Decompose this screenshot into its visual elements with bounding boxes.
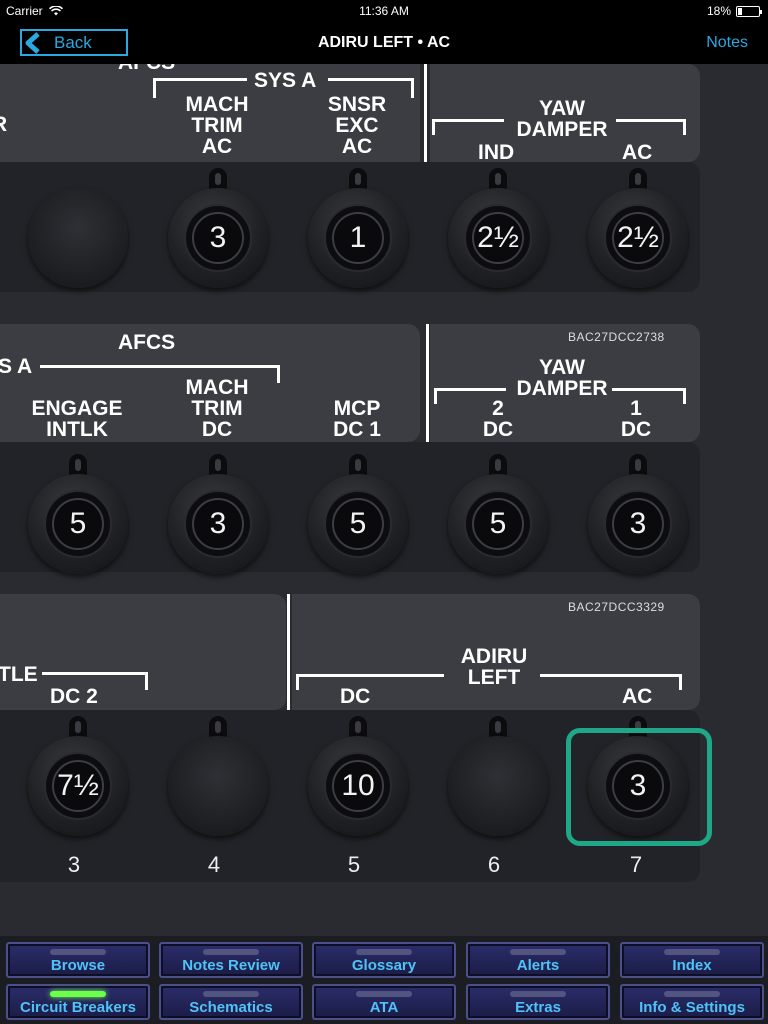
circuit-breaker[interactable]: 2½ xyxy=(448,168,548,288)
circuit-breaker[interactable]: 3 xyxy=(168,168,268,288)
notes-button[interactable]: Notes xyxy=(706,34,748,52)
bottom-tab-bar: Browse Notes Review Glossary Alerts Index Cir… xyxy=(0,936,768,1024)
tab-label: Glossary xyxy=(351,957,417,974)
row2-dc1-label: 1 DC xyxy=(620,397,652,441)
tab-extras[interactable]: Extras xyxy=(466,984,610,1020)
row1-edge-label: R xyxy=(0,114,7,135)
navigation-bar: Back ADIRU LEFT • AC Notes xyxy=(0,22,768,64)
tab-indicator xyxy=(356,991,412,997)
battery-percent: 18% xyxy=(706,4,731,18)
tab-indicator xyxy=(664,991,720,997)
row2-sys-a-label: S A xyxy=(0,355,33,378)
circuit-breaker-panel: AFCS R SYS A MACH TRIM AC SNSR EXC AC YA… xyxy=(0,64,768,936)
tab-label: Circuit Breakers xyxy=(20,999,136,1016)
slot-number: 3 xyxy=(67,852,81,877)
tab-label: Index xyxy=(672,957,712,974)
tab-label: Browse xyxy=(50,957,106,974)
breaker-rating: 5 xyxy=(332,498,384,550)
row2-mach-trim-dc-label: MACH TRIM DC xyxy=(185,376,249,441)
breaker-body xyxy=(448,736,548,836)
tab-info-settings[interactable]: Info & Settings xyxy=(620,984,764,1020)
status-time: 11:36 AM xyxy=(359,4,409,18)
slot-number: 5 xyxy=(347,852,361,877)
circuit-breaker[interactable]: 10 xyxy=(308,716,408,836)
row1-ac-label: AC xyxy=(622,141,653,164)
row3-label-plate-left xyxy=(0,594,286,710)
tab-indicator xyxy=(664,949,720,955)
breaker-rating: 5 xyxy=(52,498,104,550)
breaker-rating: 7½ xyxy=(52,760,104,812)
circuit-breaker[interactable]: 2½ xyxy=(588,168,688,288)
tab-indicator xyxy=(510,991,566,997)
row2-dc2-label: 2 DC xyxy=(482,397,514,441)
slot-number: 4 xyxy=(207,852,221,877)
row1-sys-a-label: SYS A xyxy=(254,69,317,92)
blank-breaker-slot xyxy=(28,168,128,288)
tab-browse[interactable]: Browse xyxy=(6,942,150,978)
tab-indicator xyxy=(50,949,106,955)
row2-part-code: BAC27DCC2738 xyxy=(568,330,665,344)
blank-breaker-slot xyxy=(448,716,548,836)
breaker-rating: 3 xyxy=(192,498,244,550)
breaker-rating: 3 xyxy=(192,212,244,264)
tab-alerts[interactable]: Alerts xyxy=(466,942,610,978)
tab-label: Notes Review xyxy=(182,957,280,974)
tab-notes-review[interactable]: Notes Review xyxy=(159,942,303,978)
tab-label: Info & Settings xyxy=(639,999,745,1016)
row1-mach-trim-ac-label: MACH TRIM AC xyxy=(185,93,249,158)
tab-ata[interactable]: ATA xyxy=(312,984,456,1020)
battery-icon xyxy=(736,5,762,17)
row3-adiru-left-label: ADIRU LEFT xyxy=(460,645,528,689)
circuit-breaker[interactable]: 3 xyxy=(588,454,688,574)
row1-snsr-exc-ac-label: SNSR EXC AC xyxy=(327,93,387,158)
breaker-rating: 2½ xyxy=(472,212,524,264)
tab-label: Extras xyxy=(515,999,561,1016)
tab-indicator xyxy=(356,949,412,955)
breaker-rating: 1 xyxy=(332,212,384,264)
row3-dc-label: DC xyxy=(340,685,371,708)
row2-afcs-label: AFCS xyxy=(118,331,176,354)
row3-dc2-label: DC 2 xyxy=(50,685,98,708)
breaker-body xyxy=(168,736,268,836)
breaker-rating: 2½ xyxy=(612,212,664,264)
slot-number: 7 xyxy=(629,852,643,877)
breaker-rating: 5 xyxy=(472,498,524,550)
row1-ind-label: IND xyxy=(478,141,515,164)
breaker-rating: 3 xyxy=(612,498,664,550)
circuit-breaker[interactable]: 7½ xyxy=(28,716,128,836)
row3-ac-label: AC xyxy=(622,685,653,708)
tab-label: ATA xyxy=(369,999,399,1016)
row2-engage-intlk-label: ENGAGE INTLK xyxy=(31,397,123,441)
tab-indicator xyxy=(203,991,259,997)
tab-glossary[interactable]: Glossary xyxy=(312,942,456,978)
selected-breaker-highlight xyxy=(566,728,712,846)
breaker-rating: 10 xyxy=(332,760,384,812)
blank-breaker-slot xyxy=(168,716,268,836)
row3-tle-label: TLE xyxy=(0,663,38,686)
circuit-breaker[interactable]: 5 xyxy=(28,454,128,574)
row1-afcs-label: AFCS xyxy=(118,64,175,73)
tab-indicator xyxy=(203,949,259,955)
tab-circuit-breakers[interactable]: Circuit Breakers xyxy=(6,984,150,1020)
status-bar: Carrier 11:36 AM 18% xyxy=(0,0,768,22)
tab-schematics[interactable]: Schematics xyxy=(159,984,303,1020)
battery-indicator: 18% xyxy=(706,4,762,18)
circuit-breaker[interactable]: 3 xyxy=(168,454,268,574)
slot-number: 6 xyxy=(487,852,501,877)
tab-indicator xyxy=(510,949,566,955)
tab-index[interactable]: Index xyxy=(620,942,764,978)
circuit-breaker[interactable]: 1 xyxy=(308,168,408,288)
circuit-breaker[interactable]: 5 xyxy=(308,454,408,574)
tab-label: Alerts xyxy=(516,957,560,974)
row2-yaw-damper-label: YAW DAMPER xyxy=(516,356,608,400)
row2-mcp-dc1-label: MCP DC 1 xyxy=(333,397,381,441)
row1-yaw-damper-label: YAW DAMPER xyxy=(516,97,608,141)
page-title: ADIRU LEFT • AC xyxy=(317,34,451,51)
breaker-body xyxy=(28,188,128,288)
tab-label: Schematics xyxy=(189,999,273,1016)
circuit-breaker[interactable]: 5 xyxy=(448,454,548,574)
row3-part-code: BAC27DCC3329 xyxy=(568,600,665,614)
tab-indicator xyxy=(50,991,106,997)
